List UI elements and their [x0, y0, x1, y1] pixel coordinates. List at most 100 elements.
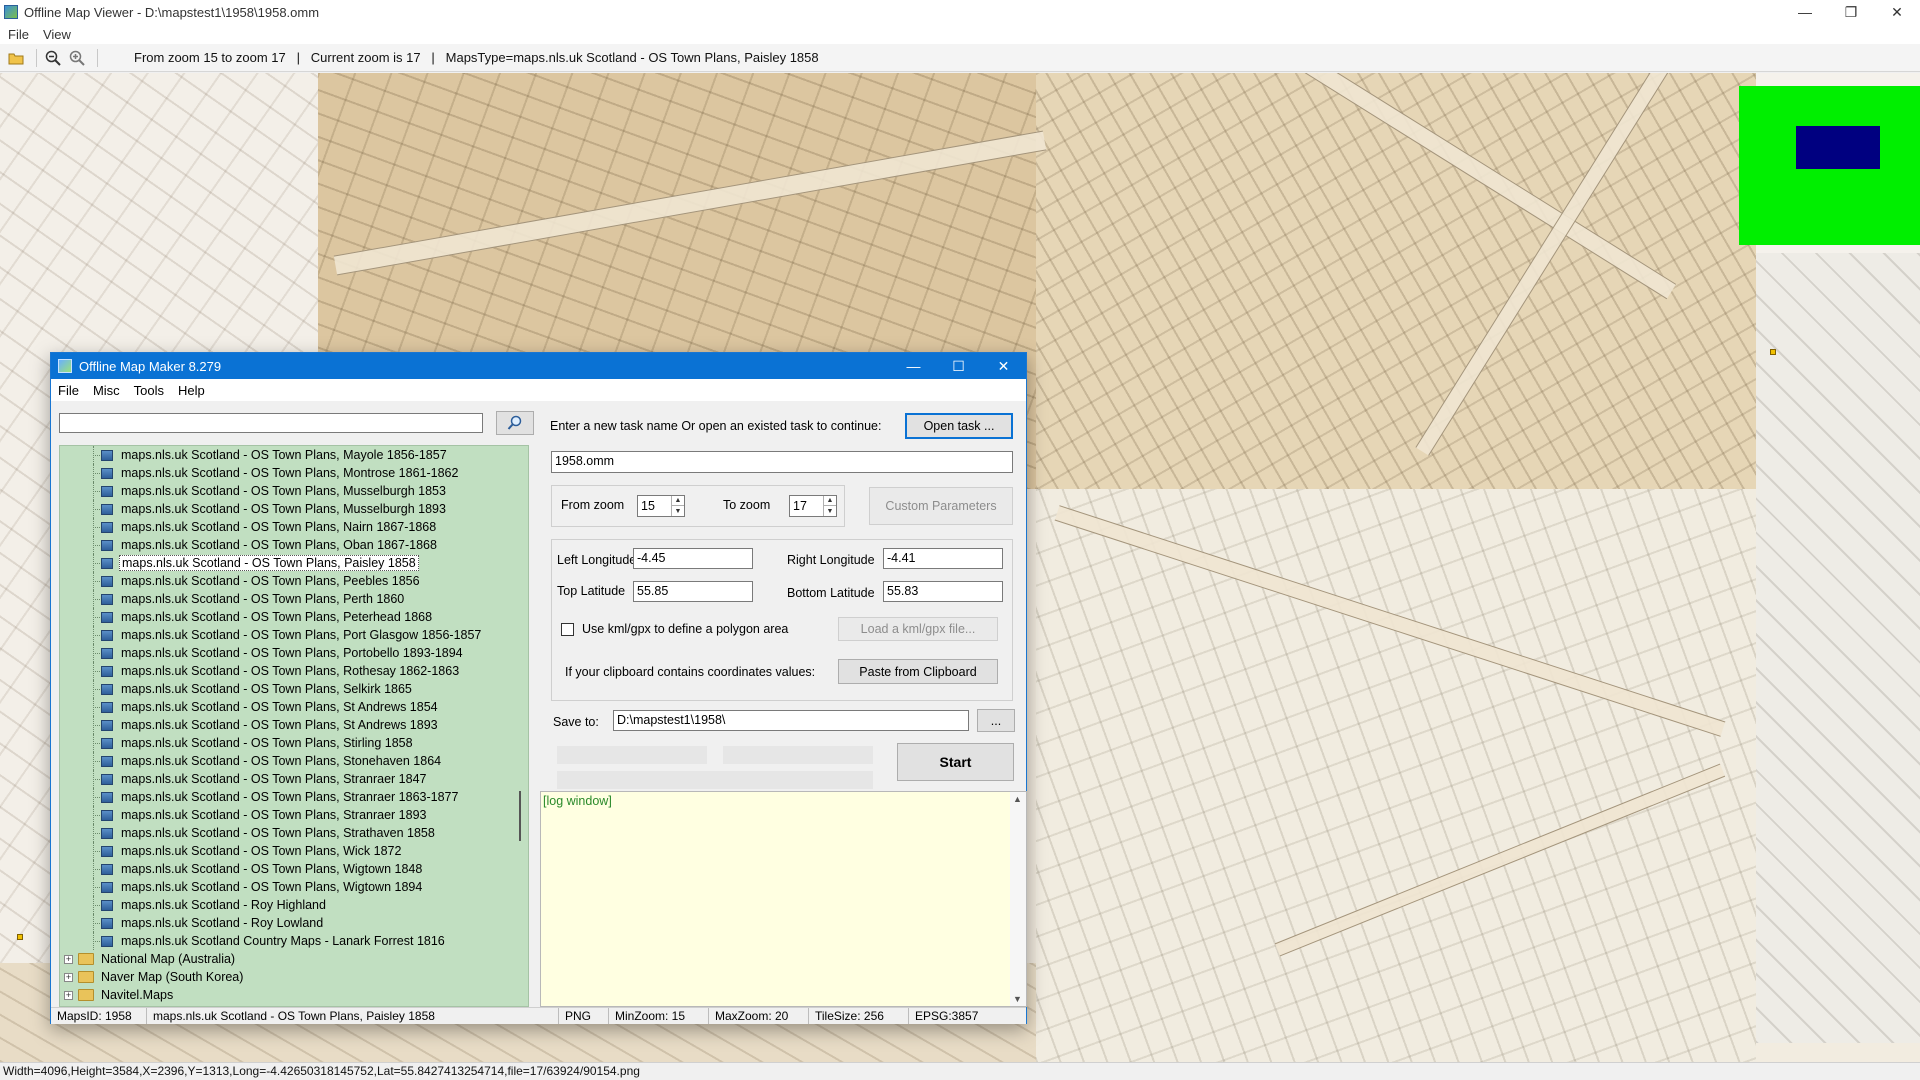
menu-misc[interactable]: Misc: [93, 383, 120, 398]
search-input[interactable]: [59, 413, 483, 433]
to-zoom-spinner[interactable]: 17 ▲ ▼: [789, 495, 837, 517]
task-name-input[interactable]: 1958.omm: [551, 451, 1013, 473]
save-to-input[interactable]: D:\mapstest1\1958\: [613, 710, 969, 731]
tree-item[interactable]: maps.nls.uk Scotland - OS Town Plans, Pa…: [60, 554, 512, 572]
tree-item[interactable]: maps.nls.uk Scotland - OS Town Plans, Po…: [60, 626, 512, 644]
maximize-button[interactable]: ❐: [1828, 0, 1874, 24]
expand-icon[interactable]: +: [64, 954, 73, 964]
tree-item[interactable]: maps.nls.uk Scotland - OS Town Plans, Wi…: [60, 860, 512, 878]
tree-item[interactable]: maps.nls.uk Scotland - OS Town Plans, Ma…: [60, 446, 512, 464]
tree-item[interactable]: maps.nls.uk Scotland Country Maps - Lana…: [60, 932, 512, 950]
tree-item-label: maps.nls.uk Scotland - OS Town Plans, St…: [121, 826, 435, 840]
menu-tools[interactable]: Tools: [134, 383, 164, 398]
tree-item[interactable]: maps.nls.uk Scotland - OS Town Plans, Mo…: [60, 464, 512, 482]
tree-item-label: maps.nls.uk Scotland - OS Town Plans, Wi…: [121, 880, 423, 894]
open-folder-icon[interactable]: [6, 48, 26, 68]
expand-icon[interactable]: +: [64, 990, 73, 1000]
tree-item[interactable]: maps.nls.uk Scotland - OS Town Plans, Mu…: [60, 482, 512, 500]
tree-item[interactable]: maps.nls.uk Scotland - OS Town Plans, Ro…: [60, 662, 512, 680]
menu-help[interactable]: Help: [178, 383, 205, 398]
tree-item[interactable]: maps.nls.uk Scotland - OS Town Plans, Pe…: [60, 572, 512, 590]
tree-item[interactable]: maps.nls.uk Scotland - OS Town Plans, Wi…: [60, 878, 512, 896]
menu-file[interactable]: File: [58, 383, 79, 398]
tree-item[interactable]: maps.nls.uk Scotland - OS Town Plans, St…: [60, 770, 512, 788]
start-button[interactable]: Start: [897, 743, 1014, 781]
tree-guide-line: [93, 869, 100, 870]
tree-item[interactable]: maps.nls.uk Scotland - OS Town Plans, St…: [60, 716, 512, 734]
load-kml-button[interactable]: Load a kml/gpx file...: [838, 617, 998, 641]
tree-folder[interactable]: + Navitel.Maps: [60, 986, 512, 1004]
top-latitude-input[interactable]: 55.85: [633, 581, 753, 602]
tree-item[interactable]: maps.nls.uk Scotland - OS Town Plans, St…: [60, 788, 512, 806]
paste-from-clipboard-button[interactable]: Paste from Clipboard: [838, 659, 998, 684]
spin-down-icon[interactable]: ▼: [824, 506, 836, 516]
zoom-in-icon[interactable]: [67, 48, 87, 68]
minimize-button[interactable]: —: [1782, 0, 1828, 24]
tree-item[interactable]: maps.nls.uk Scotland - OS Town Plans, Mu…: [60, 500, 512, 518]
map-icon: [101, 665, 113, 677]
status-format: PNG: [559, 1008, 609, 1024]
overview-viewport-rect[interactable]: [1796, 126, 1880, 169]
tree-item-label: maps.nls.uk Scotland - OS Town Plans, St…: [121, 754, 442, 768]
right-longitude-input[interactable]: -4.41: [883, 548, 1003, 569]
tree-item[interactable]: maps.nls.uk Scotland - OS Town Plans, St…: [60, 824, 512, 842]
map-icon: [101, 647, 113, 659]
custom-parameters-button[interactable]: Custom Parameters: [869, 487, 1013, 525]
dialog-maximize-button[interactable]: ☐: [936, 353, 981, 379]
browse-button[interactable]: ...: [977, 709, 1015, 732]
map-icon: [101, 557, 113, 569]
tree-item[interactable]: maps.nls.uk Scotland - OS Town Plans, Ob…: [60, 536, 512, 554]
tree-folder[interactable]: + Naver Map (South Korea): [60, 968, 512, 986]
close-button[interactable]: ✕: [1874, 0, 1920, 24]
tree-scrollbar-thumb[interactable]: [519, 791, 521, 841]
dialog-minimize-button[interactable]: —: [891, 353, 936, 379]
tree-folder[interactable]: + National Map (Australia): [60, 950, 512, 968]
left-longitude-label: Left Longitude: [557, 553, 637, 567]
tree-item[interactable]: maps.nls.uk Scotland - OS Town Plans, St…: [60, 698, 512, 716]
tree-guide-line: [93, 743, 100, 744]
tree-item[interactable]: maps.nls.uk Scotland - OS Town Plans, Pe…: [60, 608, 512, 626]
menu-view[interactable]: View: [43, 27, 71, 42]
from-zoom-spinner[interactable]: 15 ▲ ▼: [637, 495, 685, 517]
search-button[interactable]: [496, 411, 534, 435]
right-longitude-label: Right Longitude: [787, 553, 875, 567]
toolbar-separator: [97, 48, 98, 67]
spin-up-icon[interactable]: ▲: [672, 496, 684, 506]
menu-file[interactable]: File: [8, 27, 29, 42]
top-latitude-label: Top Latitude: [557, 584, 626, 598]
expand-icon[interactable]: +: [64, 972, 73, 982]
spinner-buttons: ▲ ▼: [671, 496, 684, 516]
kml-checkbox[interactable]: [561, 623, 574, 636]
log-window[interactable]: [log window] ▲ ▼: [540, 791, 1027, 1007]
tree-item[interactable]: maps.nls.uk Scotland - Roy Lowland: [60, 914, 512, 932]
spin-up-icon[interactable]: ▲: [824, 496, 836, 506]
open-task-button[interactable]: Open task ...: [905, 413, 1013, 439]
tree-item[interactable]: maps.nls.uk Scotland - OS Town Plans, St…: [60, 806, 512, 824]
dialog-close-button[interactable]: ✕: [981, 353, 1026, 379]
map-icon: [101, 503, 113, 515]
map-icon: [101, 845, 113, 857]
tree-item[interactable]: maps.nls.uk Scotland - OS Town Plans, Pe…: [60, 590, 512, 608]
dialog-titlebar[interactable]: Offline Map Maker 8.279 — ☐ ✕: [51, 353, 1026, 379]
zoom-out-icon[interactable]: [43, 48, 63, 68]
tree-item[interactable]: maps.nls.uk Scotland - OS Town Plans, St…: [60, 734, 512, 752]
overview-minimap[interactable]: [1739, 86, 1920, 245]
kml-checkbox-label: Use kml/gpx to define a polygon area: [582, 622, 789, 636]
tree-item[interactable]: maps.nls.uk Scotland - OS Town Plans, St…: [60, 752, 512, 770]
tree-item[interactable]: maps.nls.uk Scotland - OS Town Plans, Na…: [60, 518, 512, 536]
scroll-up-icon[interactable]: ▲: [1013, 794, 1022, 804]
tree-item[interactable]: maps.nls.uk Scotland - OS Town Plans, Se…: [60, 680, 512, 698]
bottom-latitude-input[interactable]: 55.83: [883, 581, 1003, 602]
tree-item[interactable]: maps.nls.uk Scotland - OS Town Plans, Po…: [60, 644, 512, 662]
toolbar-separator: [36, 48, 37, 67]
spin-down-icon[interactable]: ▼: [672, 506, 684, 516]
left-longitude-input[interactable]: -4.45: [633, 548, 753, 569]
map-icon: [101, 611, 113, 623]
scroll-down-icon[interactable]: ▼: [1013, 994, 1022, 1004]
tree-item[interactable]: maps.nls.uk Scotland - OS Town Plans, Wi…: [60, 842, 512, 860]
log-scrollbar[interactable]: ▲ ▼: [1010, 792, 1026, 1006]
tree-item[interactable]: maps.nls.uk Scotland - Roy Highland: [60, 896, 512, 914]
status-min-zoom: MinZoom: 15: [609, 1008, 709, 1024]
maps-tree[interactable]: maps.nls.uk Scotland - OS Town Plans, Ma…: [59, 445, 529, 1007]
tree-scrollbar[interactable]: [511, 446, 528, 1006]
